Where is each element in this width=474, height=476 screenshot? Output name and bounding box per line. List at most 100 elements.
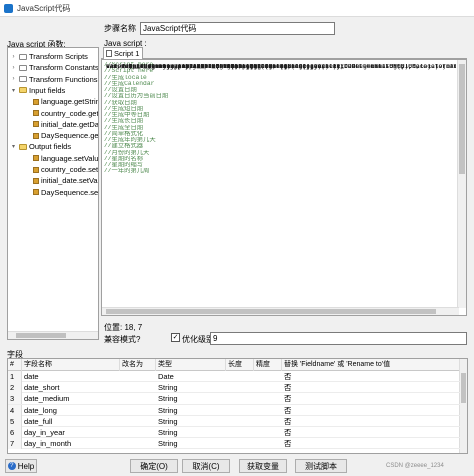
chevron-right-icon[interactable]: › [10,76,17,82]
tree-item-label: DaySequence.getI [41,131,99,141]
column-header[interactable]: 字段名称 [22,359,120,371]
table-cell[interactable] [254,416,282,427]
table-row[interactable]: 1 date Date 否 [8,371,460,383]
table-cell[interactable]: String [156,438,226,449]
chevron-right-icon[interactable]: › [10,65,17,71]
table-cell[interactable]: date_long [22,405,120,416]
get-variables-button[interactable]: 获取变量 [239,459,287,473]
table-row[interactable]: 7 day_in_month String 否 [8,438,460,450]
table-cell[interactable]: day_in_year [22,427,120,438]
tree-horizontal-scrollbar[interactable] [8,331,98,339]
tree-item[interactable]: ▾ Input fields [10,85,65,96]
help-button[interactable]: ? Help [5,459,37,473]
scrollbar-thumb[interactable] [16,333,66,338]
tree-item[interactable]: language.setValue [24,153,98,164]
tree-item[interactable]: ▾ Output fields [10,141,71,152]
code-area[interactable]: //Script here//Script here//生成locale var … [104,62,456,175]
table-cell[interactable] [254,427,282,438]
table-cell[interactable] [226,382,254,393]
column-header[interactable]: 类型 [156,359,226,371]
table-cell[interactable]: day_in_month [22,438,120,449]
optimize-level-input[interactable]: 9 [210,332,467,345]
tree-item[interactable]: initial_date.setVal [24,175,98,186]
table-cell[interactable]: String [156,427,226,438]
table-cell[interactable]: date_short [22,382,120,393]
table-cell[interactable]: String [156,382,226,393]
table-cell[interactable]: String [156,393,226,404]
table-cell[interactable] [120,416,156,427]
field-icon [33,98,39,105]
table-cell[interactable]: 否 [282,427,460,438]
table-cell[interactable]: 否 [282,438,460,449]
table-cell[interactable]: 否 [282,405,460,416]
tree-item[interactable]: initial_date.getDat [24,119,98,130]
table-cell[interactable] [254,371,282,382]
table-row[interactable]: 4 date_long String 否 [8,404,460,416]
tree-item[interactable]: DaySequence.set [24,187,98,198]
test-script-button[interactable]: 测试脚本 [295,459,347,473]
table-cell[interactable] [226,371,254,382]
table-row[interactable]: 3 date_medium String 否 [8,393,460,405]
table-cell[interactable]: 否 [282,393,460,404]
column-header[interactable]: 长度 [226,359,254,371]
table-cell[interactable] [226,393,254,404]
table-cell[interactable] [254,393,282,404]
table-cell[interactable] [226,438,254,449]
table-cell[interactable] [120,438,156,449]
table-cell[interactable]: String [156,416,226,427]
ok-button[interactable]: 确定(O) [130,459,178,473]
chevron-down-icon[interactable]: ▾ [10,87,17,94]
table-cell[interactable]: 否 [282,416,460,427]
table-cell[interactable] [120,405,156,416]
tree-item[interactable]: country_code.setV [24,164,98,175]
tree-item[interactable]: › Transform Constants [10,62,99,73]
cancel-button[interactable]: 取消(C) [182,459,230,473]
tree-item[interactable]: › Transform Functions [10,74,98,85]
script-editor[interactable]: //Script here//Script here//生成locale var … [101,59,467,316]
scrollbar-thumb[interactable] [106,309,436,314]
functions-tree[interactable]: › Transform Scripts › Transform Constants › T… [7,47,99,340]
fields-table[interactable]: # 字段名称 改名为 类型 长度 精度 替换 'Fieldname' 或 'Rename t… [7,358,468,454]
chevron-right-icon[interactable]: › [10,54,17,60]
table-cell[interactable] [254,438,282,449]
table-cell[interactable] [120,371,156,382]
table-cell[interactable] [254,405,282,416]
table-cell[interactable] [226,427,254,438]
table-cell[interactable] [254,382,282,393]
table-cell[interactable] [226,416,254,427]
table-cell[interactable]: date [22,371,120,382]
scrollbar-thumb[interactable] [461,373,466,403]
optimize-checkbox[interactable]: ✓ [171,333,180,342]
column-header[interactable]: 替换 'Fieldname' 或 'Rename to'值 [282,359,460,371]
column-header[interactable]: 精度 [254,359,282,371]
table-cell[interactable]: 否 [282,371,460,382]
table-cell[interactable]: String [156,405,226,416]
tab-script-1[interactable]: Script 1 [103,47,143,59]
tree-item[interactable]: DaySequence.getI [24,130,99,141]
column-header[interactable]: 改名为 [120,359,156,371]
editor-vertical-scrollbar[interactable] [457,60,466,308]
table-cell[interactable] [120,427,156,438]
table-cell[interactable] [120,393,156,404]
table-cell[interactable]: 否 [282,382,460,393]
editor-horizontal-scrollbar[interactable] [102,307,459,315]
table-row[interactable]: 2 date_short String 否 [8,382,460,394]
scrollbar-thumb[interactable] [459,64,465,174]
chevron-down-icon[interactable]: ▾ [10,143,17,150]
tree-item-label: Transform Scripts [29,52,88,61]
table-cell[interactable]: date_medium [22,393,120,404]
table-cell[interactable]: date_full [22,416,120,427]
table-cell[interactable]: Date [156,371,226,382]
table-row[interactable]: 5 date_full String 否 [8,415,460,427]
tree-item[interactable]: › Transform Scripts [10,51,88,62]
table-cell[interactable] [226,405,254,416]
field-icon [33,155,39,162]
tree-item[interactable]: country_code.getS [24,108,98,119]
table-row[interactable]: 6 day_in_year String 否 [8,427,460,439]
tree-item[interactable]: language.getStrin [24,96,98,107]
step-name-input[interactable]: JavaScript代码 [140,21,335,35]
table-cell[interactable] [120,382,156,393]
column-header[interactable]: # [8,359,22,371]
row-number: 7 [8,438,22,450]
table-vertical-scrollbar[interactable] [459,359,467,453]
